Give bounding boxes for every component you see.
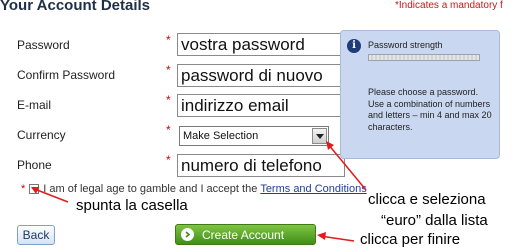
annotation-tick-box: spunta la casella [76, 197, 188, 214]
arrow-to-currency [327, 143, 367, 191]
annotation-select-line2: “euro” dalla lista [381, 212, 488, 229]
annotation-select-line1: clicca e seleziona [368, 191, 486, 208]
annotation-click-finish: clicca per finire [360, 231, 461, 248]
arrow-to-create-head [317, 232, 326, 240]
